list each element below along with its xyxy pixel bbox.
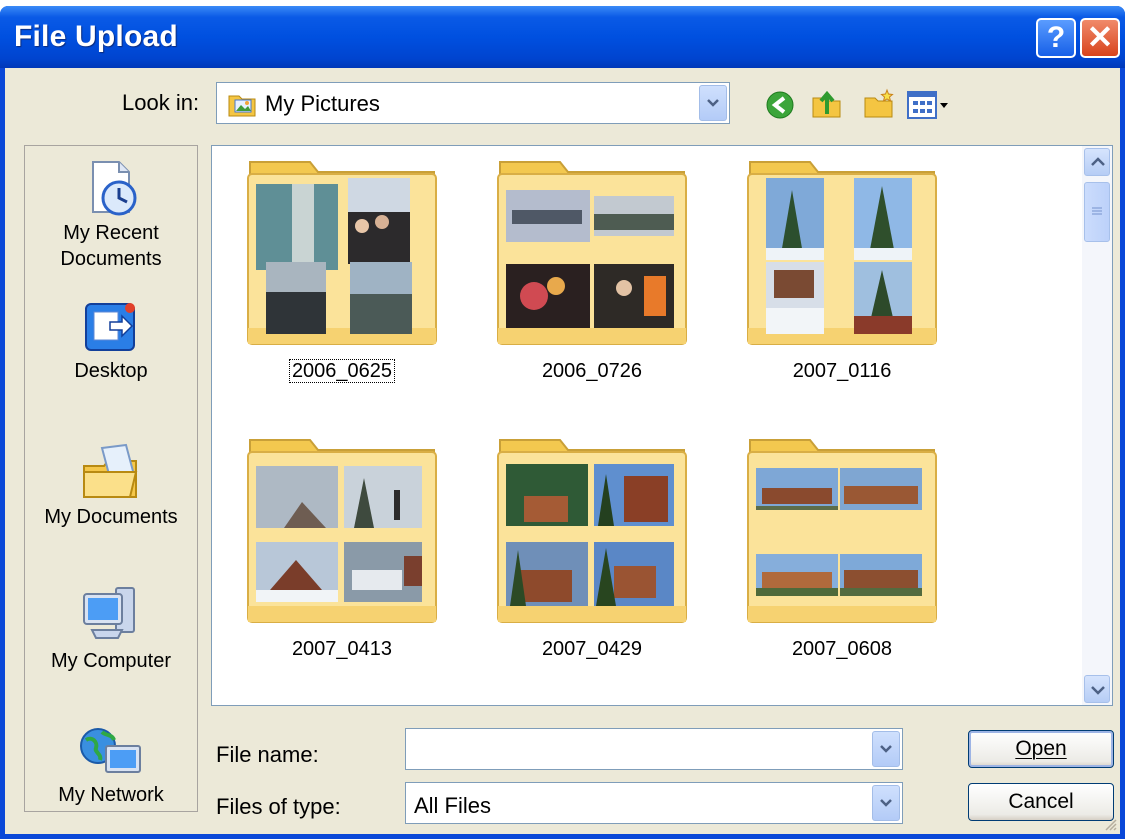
open-button[interactable]: Open [968, 730, 1114, 768]
chevron-down-icon [880, 799, 892, 807]
folder-name: 2007_0608 [791, 638, 893, 660]
help-icon: ? [1046, 21, 1066, 54]
folder-name: 2007_0116 [792, 360, 892, 382]
place-label: My Documents [44, 506, 178, 528]
resize-grip-icon[interactable] [1104, 818, 1118, 832]
title-bar[interactable]: File Upload ? ✕ [0, 6, 1125, 68]
chevron-down-icon [880, 745, 892, 753]
my-computer-icon [83, 587, 135, 639]
folder-name: 2006_0726 [541, 360, 643, 382]
recent-documents-icon [92, 161, 137, 216]
chevron-up-icon [1091, 157, 1105, 166]
look-in-label: Look in: [122, 90, 200, 115]
files-of-type-label: Files of type: [216, 794, 341, 819]
close-button[interactable]: ✕ [1080, 18, 1120, 58]
grip-icon [1092, 207, 1102, 215]
file-upload-dialog: File Upload ? ✕ Look in: My Pictures My … [0, 6, 1125, 839]
chevron-down-icon [707, 99, 719, 107]
vertical-scrollbar[interactable] [1082, 146, 1112, 705]
folder-thumbnail [247, 439, 437, 623]
folder-thumbnail [247, 161, 437, 345]
files-of-type-combo[interactable]: All Files [405, 782, 903, 824]
files-of-type-dropdown-button[interactable] [872, 785, 900, 821]
places-bar: My Recent Documents Desktop My Documents… [24, 145, 198, 812]
folder-item[interactable]: 2007_0608 [744, 430, 940, 660]
my-pictures-icon [228, 95, 256, 117]
folder-thumbnail [497, 161, 687, 345]
place-label: Desktop [74, 360, 148, 382]
file-name-label: File name: [216, 742, 319, 767]
folder-name: 2007_0413 [291, 638, 393, 660]
place-label: My Recent [63, 222, 159, 244]
my-documents-icon [83, 443, 138, 498]
place-my-computer[interactable]: My Computer [25, 582, 197, 674]
my-network-icon [80, 728, 141, 773]
look-in-value: My Pictures [265, 91, 380, 116]
folder-item[interactable]: 2006_0726 [494, 152, 690, 382]
help-button[interactable]: ? [1036, 18, 1076, 58]
scrollbar-thumb[interactable] [1084, 182, 1110, 242]
window-title: File Upload [14, 20, 178, 53]
folder-item[interactable]: 2007_0429 [494, 430, 690, 660]
file-name-combo[interactable] [405, 728, 903, 770]
up-folder-icon[interactable] [811, 88, 843, 120]
close-icon: ✕ [1086, 19, 1114, 55]
scroll-up-button[interactable] [1084, 148, 1110, 176]
folder-thumbnail [747, 161, 937, 345]
place-my-network[interactable]: My Network [25, 724, 197, 808]
folder-item[interactable]: 2007_0413 [244, 430, 440, 660]
scroll-down-button[interactable] [1084, 675, 1110, 703]
dialog-client-area: Look in: My Pictures My Recent Documents… [5, 68, 1120, 834]
file-name-dropdown-button[interactable] [872, 731, 900, 767]
files-of-type-value: All Files [414, 793, 492, 818]
place-desktop[interactable]: Desktop [25, 296, 197, 384]
folder-item[interactable]: 2006_0625 [244, 152, 440, 383]
file-list-view[interactable]: 2006_0625 2006_0726 2007_0116 2007_0413 … [211, 145, 1113, 706]
place-label: My Computer [50, 650, 172, 672]
back-icon[interactable] [765, 90, 795, 120]
chevron-down-icon [1091, 686, 1105, 695]
look-in-dropdown-button[interactable] [699, 85, 727, 121]
folder-item[interactable]: 2007_0116 [744, 152, 940, 382]
open-button-label: Open [1015, 737, 1067, 760]
look-in-combo[interactable]: My Pictures [216, 82, 730, 124]
cancel-button[interactable]: Cancel [968, 783, 1114, 821]
desktop-icon [85, 303, 135, 351]
folder-name: 2007_0429 [541, 638, 643, 660]
place-label: My Network [58, 784, 164, 806]
view-menu-icon[interactable] [907, 90, 949, 120]
place-my-documents[interactable]: My Documents [25, 442, 197, 530]
cancel-button-label: Cancel [1008, 790, 1074, 813]
new-folder-icon[interactable] [863, 88, 895, 120]
place-my-recent-documents[interactable]: My Recent Documents [25, 158, 197, 272]
folder-thumbnail [497, 439, 687, 623]
folder-name: 2006_0625 [244, 359, 440, 383]
place-label: Documents [60, 248, 162, 270]
folder-thumbnail [747, 439, 937, 623]
